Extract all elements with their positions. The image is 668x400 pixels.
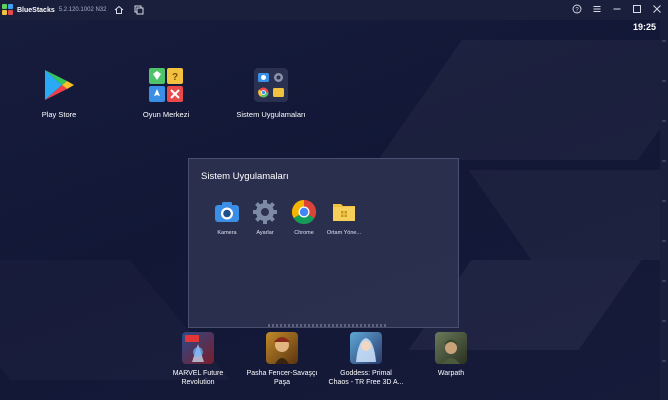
bluestacks-logo bbox=[2, 4, 14, 16]
folder-app-chrome[interactable]: Chrome bbox=[282, 199, 326, 236]
android-home-screen: 19:25 Play Store ? Oyun Merkezi Sistem U… bbox=[0, 20, 660, 400]
close-icon[interactable] bbox=[650, 2, 664, 16]
warpath-game-icon bbox=[435, 332, 467, 364]
folder-app-ortam-yoneticisi[interactable]: Ortam Yöne... bbox=[322, 199, 366, 236]
app-label: Play Store bbox=[41, 110, 77, 119]
menu-icon[interactable] bbox=[590, 2, 604, 16]
status-clock: 19:25 bbox=[632, 22, 656, 32]
game-center-icon: ? bbox=[149, 68, 183, 102]
media-manager-folder-icon bbox=[331, 199, 357, 225]
app-oyun-merkezi[interactable]: ? Oyun Merkezi bbox=[121, 68, 211, 119]
folder-icon bbox=[254, 68, 288, 102]
game-pasha-fencer[interactable]: Pasha Fencer-Savaşçı Paşa bbox=[240, 332, 324, 387]
pasha-game-icon bbox=[266, 332, 298, 364]
app-label: Ortam Yöne... bbox=[326, 230, 362, 236]
background-shape bbox=[377, 40, 660, 160]
game-marvel-future-revolution[interactable]: MARVEL Future Revolution bbox=[156, 332, 240, 387]
minimize-icon[interactable] bbox=[610, 2, 624, 16]
home-icon[interactable] bbox=[112, 3, 126, 17]
app-label: Chrome bbox=[294, 230, 314, 236]
title-bar: BlueStacks 5.2.120.1002 N32 ? bbox=[0, 0, 668, 20]
background-shape bbox=[468, 170, 660, 260]
app-label: Oyun Merkezi bbox=[142, 110, 190, 119]
goddess-game-icon bbox=[350, 332, 382, 364]
game-label: Warpath bbox=[437, 370, 465, 377]
app-label: Ayarlar bbox=[256, 230, 274, 236]
folder-popup: Sistem Uygulamaları Kamera Ayarlar Chrom… bbox=[188, 158, 459, 328]
settings-gear-icon bbox=[252, 199, 278, 225]
folder-app-ayarlar[interactable]: Ayarlar bbox=[243, 199, 287, 236]
play-store-icon bbox=[42, 68, 76, 102]
game-goddess-primal-chaos[interactable]: Goddess: Primal Chaos - TR Free 3D A... bbox=[324, 332, 408, 387]
app-label: Sistem Uygulamaları bbox=[236, 110, 306, 119]
game-warpath[interactable]: Warpath bbox=[409, 332, 493, 378]
game-label: MARVEL Future Revolution bbox=[172, 370, 224, 386]
side-toolbar bbox=[660, 20, 668, 400]
app-play-store[interactable]: Play Store bbox=[14, 68, 104, 119]
chrome-icon bbox=[291, 199, 317, 225]
game-label: Pasha Fencer-Savaşçı Paşa bbox=[246, 370, 318, 386]
multi-instance-icon[interactable] bbox=[132, 3, 146, 17]
app-sistem-uygulamalari-folder[interactable]: Sistem Uygulamaları bbox=[226, 68, 316, 119]
camera-icon bbox=[214, 199, 240, 225]
marvel-game-icon bbox=[182, 332, 214, 364]
game-label: Goddess: Primal Chaos - TR Free 3D A... bbox=[328, 370, 404, 386]
app-version: 5.2.120.1002 N32 bbox=[58, 7, 107, 13]
maximize-icon[interactable] bbox=[630, 2, 644, 16]
folder-title: Sistem Uygulamaları bbox=[201, 171, 289, 182]
app-name: BlueStacks bbox=[17, 6, 55, 14]
svg-text:?: ? bbox=[172, 72, 178, 83]
page-indicator bbox=[268, 324, 388, 327]
help-icon[interactable]: ? bbox=[570, 2, 584, 16]
